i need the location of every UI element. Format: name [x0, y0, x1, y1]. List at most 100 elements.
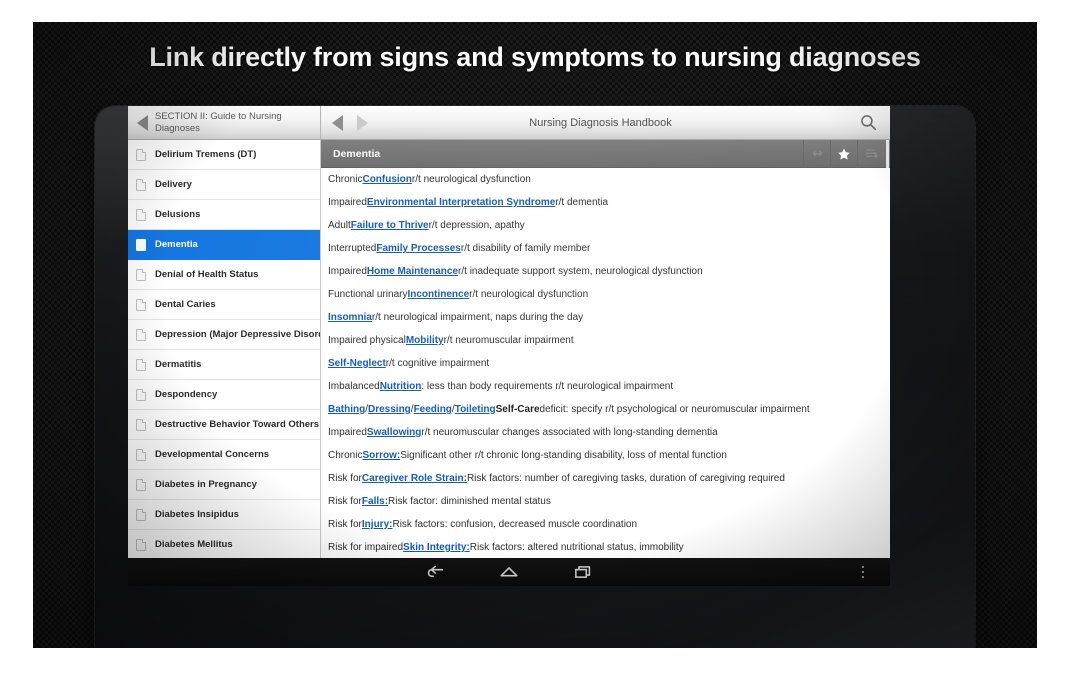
document-icon: [136, 208, 146, 221]
sidebar-item[interactable]: Delusions: [128, 200, 320, 230]
sidebar-item[interactable]: Denial of Health Status: [128, 260, 320, 290]
sidebar-item[interactable]: Diabetes in Pregnancy: [128, 470, 320, 500]
page-headline: Link directly from signs and symptoms to…: [149, 42, 921, 72]
sidebar-item[interactable]: Diabetes Insipidus: [128, 500, 320, 530]
diagnosis-text: Risk for: [328, 496, 362, 507]
diagnosis-link[interactable]: Family Processes: [376, 243, 461, 254]
document-icon: [136, 328, 146, 341]
search-icon[interactable]: [859, 113, 878, 132]
diagnosis-link[interactable]: Feeding: [414, 404, 452, 415]
diagnosis-row: Impaired Swallowing r/t neuromuscular ch…: [321, 421, 890, 444]
diagnosis-text: Risk factors: confusion, decreased muscl…: [392, 519, 638, 530]
diagnosis-text: Interrupted: [328, 243, 377, 254]
content-header-title: Dementia: [333, 147, 381, 160]
sidebar-item[interactable]: Diabetes Mellitus: [128, 530, 320, 558]
sidebar-item[interactable]: Developmental Concerns: [128, 440, 320, 470]
diagnosis-link[interactable]: Self-Neglect: [328, 358, 386, 369]
diagnosis-text: Chronic: [328, 174, 363, 185]
android-navigation-bar: [128, 558, 890, 586]
diagnosis-link[interactable]: Mobility: [406, 335, 444, 346]
diagnosis-link[interactable]: Confusion: [362, 174, 411, 185]
sidebar-item[interactable]: Destructive Behavior Toward Others: [128, 410, 320, 440]
diagnosis-link[interactable]: Home Maintenance: [367, 266, 458, 277]
diagnosis-link[interactable]: Insomnia: [328, 312, 372, 323]
home-icon[interactable]: [472, 558, 546, 586]
diagnosis-row: Risk for Caregiver Role Strain: Risk fac…: [321, 467, 890, 490]
content-header-bar: Dementia: [321, 139, 890, 168]
sidebar-item-label: Dementia: [155, 239, 198, 250]
diagnosis-row: Interrupted Family Processes r/t disabil…: [321, 237, 890, 260]
diagnosis-row: Functional urinary Incontinence r/t neur…: [321, 283, 890, 306]
diagnosis-link[interactable]: Nutrition: [380, 381, 422, 392]
document-icon: [136, 478, 146, 491]
diagnosis-text: Impaired: [328, 266, 367, 277]
diagnosis-link[interactable]: Incontinence: [407, 289, 469, 300]
diagnosis-link[interactable]: Dressing: [368, 404, 411, 415]
diagnosis-emphasis: Self-Care: [495, 404, 540, 415]
sidebar-item-label: Diabetes in Pregnancy: [155, 479, 257, 490]
diagnosis-link[interactable]: Swallowing: [367, 427, 421, 438]
diagnosis-row: Impaired Environmental Interpretation Sy…: [321, 191, 890, 214]
sidebar-item-label: Delivery: [155, 179, 192, 190]
sidebar-item-label: Destructive Behavior Toward Others: [155, 419, 320, 430]
diagnosis-content-list: Chronic Confusion r/t neurological dysfu…: [321, 168, 890, 558]
overflow-menu-icon[interactable]: [850, 558, 876, 586]
diagnosis-link[interactable]: Sorrow:: [362, 450, 400, 461]
diagnosis-sidebar-list[interactable]: Delirium Tremens (DT) Delivery Delusions De…: [128, 140, 321, 558]
sidebar-item[interactable]: Depression (Major Depressive Disorder): [128, 320, 320, 350]
diagnosis-link[interactable]: Falls:: [362, 496, 388, 507]
diagnosis-row: Chronic Confusion r/t neurological dysfu…: [321, 168, 890, 191]
app-screen: SECTION II: Guide to Nursing Diagnoses N…: [128, 106, 890, 558]
sidebar-item[interactable]: Dementia: [128, 230, 320, 260]
diagnosis-row: Self-Neglect r/t cognitive impairment: [321, 352, 890, 375]
sidebar-item[interactable]: Dental Caries: [128, 290, 320, 320]
sidebar-item[interactable]: Despondency: [128, 380, 320, 410]
diagnosis-row: Chronic Sorrow: Significant other r/t ch…: [321, 444, 890, 467]
diagnosis-text: Imbalanced: [328, 381, 380, 392]
diagnosis-text: Risk factors: altered nutritional status…: [469, 542, 684, 553]
diagnosis-link[interactable]: Bathing: [328, 404, 365, 415]
sidebar-item[interactable]: Delivery: [128, 170, 320, 200]
sidebar-item-label: Dental Caries: [155, 299, 216, 310]
diagnosis-text: Impaired: [328, 427, 367, 438]
diagnosis-link[interactable]: Environmental Interpretation Syndrome: [367, 197, 555, 208]
diagnosis-row: Insomnia r/t neurological impairment, na…: [321, 306, 890, 329]
diagnosis-link[interactable]: Skin Integrity:: [403, 542, 470, 553]
diagnosis-link[interactable]: Failure to Thrive: [351, 220, 429, 231]
document-icon: [136, 508, 146, 521]
sidebar-item-label: Developmental Concerns: [155, 449, 270, 460]
back-icon[interactable]: [398, 558, 472, 586]
diagnosis-link[interactable]: Injury:: [362, 519, 393, 530]
diagnosis-text: r/t dementia: [555, 197, 609, 208]
diagnosis-row: Risk for impaired Skin Integrity: Risk f…: [321, 536, 890, 558]
sidebar-item-label: Dermatitis: [155, 359, 202, 370]
app-toolbar: SECTION II: Guide to Nursing Diagnoses N…: [128, 106, 890, 140]
diagnosis-text: deficit: specify r/t psychological or ne…: [539, 404, 810, 415]
list-icon[interactable]: [857, 139, 884, 168]
poster-page: Link directly from signs and symptoms to…: [0, 0, 1070, 700]
content-header-actions: [803, 139, 890, 168]
sidebar-item-label: Depression (Major Depressive Disorder): [155, 329, 321, 340]
diagnosis-text: Risk factors: number of caregiving tasks…: [466, 473, 785, 484]
diagnosis-row: Imbalanced Nutrition: less than body req…: [321, 375, 890, 398]
diagnosis-text: r/t neurological dysfunction: [469, 289, 589, 300]
document-icon: [136, 538, 146, 551]
diagnosis-text: Risk for impaired: [328, 542, 404, 553]
section-toolbar[interactable]: SECTION II: Guide to Nursing Diagnoses: [128, 106, 321, 140]
sidebar-item-label: Denial of Health Status: [155, 269, 259, 280]
star-icon[interactable]: [830, 139, 857, 168]
diagnosis-text: Risk for: [328, 473, 362, 484]
sidebar-item[interactable]: Delirium Tremens (DT): [128, 140, 320, 170]
diagnosis-link[interactable]: Toileting: [455, 404, 496, 415]
document-icon: [136, 358, 146, 371]
back-icon[interactable]: [137, 114, 148, 131]
diagnosis-text: Functional urinary: [328, 289, 408, 300]
diagnosis-text: r/t neurological dysfunction: [411, 174, 531, 185]
link-icon[interactable]: [803, 139, 830, 168]
diagnosis-row: Impaired Home Maintenance r/t inadequate…: [321, 260, 890, 283]
diagnosis-row: Bathing / Dressing / Feeding / Toileting Self-C…: [321, 398, 890, 421]
sidebar-item[interactable]: Dermatitis: [128, 350, 320, 380]
sidebar-item-label: Despondency: [155, 389, 218, 400]
recents-icon[interactable]: [546, 558, 620, 586]
diagnosis-link[interactable]: Caregiver Role Strain:: [362, 473, 467, 484]
